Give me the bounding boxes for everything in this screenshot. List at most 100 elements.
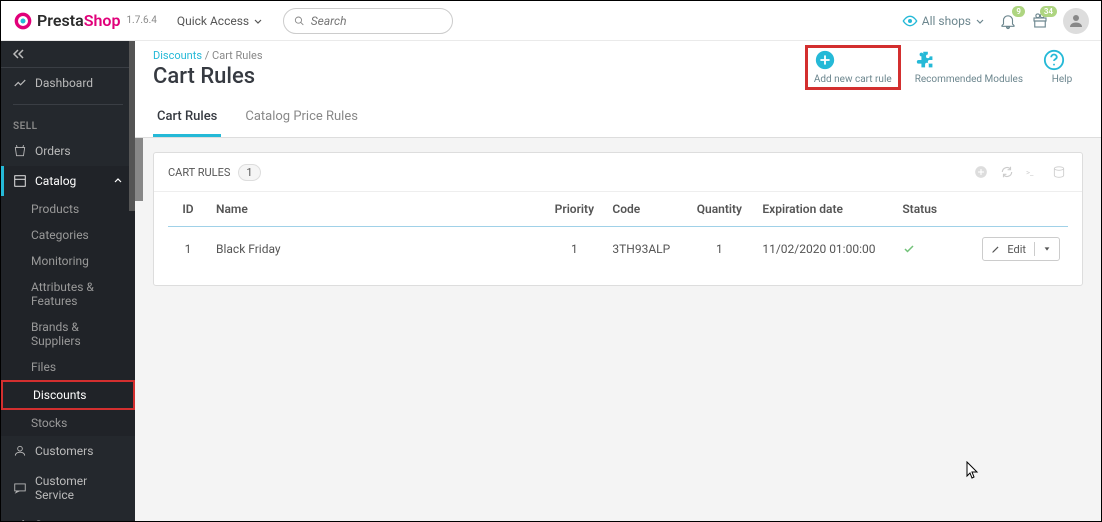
sidebar-section-sell: SELL xyxy=(1,111,135,136)
sidebar-item-dashboard[interactable]: Dashboard xyxy=(1,68,135,98)
edit-label: Edit xyxy=(1007,243,1026,256)
subnav-monitoring[interactable]: Monitoring xyxy=(1,248,135,274)
customers-icon xyxy=(13,444,27,458)
notifications-icon[interactable]: 9 xyxy=(999,12,1017,30)
breadcrumb-current: Cart Rules xyxy=(212,49,263,62)
table-wrap: ID Name Priority Code Quantity Expiratio… xyxy=(154,192,1082,285)
help-button[interactable]: Help xyxy=(1037,45,1087,90)
version-label: 1.7.6.4 xyxy=(126,15,156,26)
chevron-left-icon xyxy=(11,49,27,59)
stats-icon xyxy=(13,518,27,521)
recommended-modules-button[interactable]: Recommended Modules xyxy=(909,45,1029,90)
subnav-attributes[interactable]: Attributes & Features xyxy=(1,274,135,314)
panel-add-icon[interactable] xyxy=(972,163,990,181)
tab-catalog-price-rules[interactable]: Catalog Price Rules xyxy=(241,99,362,137)
cell-code: 3TH93ALP xyxy=(604,227,684,272)
catalog-subnav: Products Categories Monitoring Attribute… xyxy=(1,196,135,436)
cart-rules-panel: CART RULES 1 >_ ID Name Priority xyxy=(153,152,1083,286)
recommended-modules-label: Recommended Modules xyxy=(915,74,1023,85)
brand-icon xyxy=(13,11,33,31)
cart-rules-table: ID Name Priority Code Quantity Expiratio… xyxy=(168,192,1068,271)
cell-status xyxy=(894,227,974,272)
sidebar-item-stats[interactable]: Stats xyxy=(1,510,135,521)
subnav-categories[interactable]: Categories xyxy=(1,222,135,248)
page-actions: Add new cart rule Recommended Modules He… xyxy=(805,45,1087,90)
cell-name: Black Friday xyxy=(208,227,544,272)
col-id[interactable]: ID xyxy=(168,192,208,227)
subnav-products[interactable]: Products xyxy=(1,196,135,222)
table-row[interactable]: 1 Black Friday 1 3TH93ALP 1 11/02/2020 0… xyxy=(168,227,1068,272)
breadcrumb-separator: / xyxy=(205,49,212,62)
help-icon xyxy=(1043,49,1081,71)
main-content: Discounts / Cart Rules Cart Rules Add ne… xyxy=(135,41,1101,521)
panel-title: CART RULES xyxy=(168,166,230,179)
brand-text-shop: Shop xyxy=(84,11,121,30)
col-code[interactable]: Code xyxy=(604,192,684,227)
puzzle-icon xyxy=(915,49,1023,71)
subnav-brands[interactable]: Brands & Suppliers xyxy=(1,314,135,354)
panel-refresh-icon[interactable] xyxy=(998,163,1016,181)
shop-selector[interactable]: All shops xyxy=(902,13,985,29)
add-cart-rule-label: Add new cart rule xyxy=(814,74,892,85)
sidebar-label-stats: Stats xyxy=(35,518,63,521)
col-priority[interactable]: Priority xyxy=(544,192,604,227)
col-quantity[interactable]: Quantity xyxy=(684,192,754,227)
gift-badge: 34 xyxy=(1040,6,1057,17)
check-icon xyxy=(902,243,916,255)
gift-icon[interactable]: 34 xyxy=(1031,12,1049,30)
panel-export-icon[interactable] xyxy=(1050,163,1068,181)
search-box[interactable] xyxy=(283,8,453,34)
catalog-icon xyxy=(13,174,27,188)
panel-header: CART RULES 1 >_ xyxy=(154,153,1082,192)
edit-divider xyxy=(1034,242,1035,256)
col-name[interactable]: Name xyxy=(208,192,544,227)
sidebar-collapse-button[interactable] xyxy=(1,41,135,68)
header-right: All shops 9 34 xyxy=(902,8,1089,34)
cell-priority: 1 xyxy=(544,227,604,272)
sidebar: Dashboard SELL Orders Catalog Products C… xyxy=(1,41,135,521)
eye-icon xyxy=(902,13,918,29)
col-expiration[interactable]: Expiration date xyxy=(754,192,894,227)
table-header-row: ID Name Priority Code Quantity Expiratio… xyxy=(168,192,1068,227)
panel-tools: >_ xyxy=(972,163,1068,181)
col-status[interactable]: Status xyxy=(894,192,974,227)
sidebar-item-orders[interactable]: Orders xyxy=(1,136,135,166)
caret-down-icon xyxy=(1043,245,1051,253)
add-cart-rule-button[interactable]: Add new cart rule xyxy=(805,45,901,90)
content-body: CART RULES 1 >_ ID Name Priority xyxy=(135,138,1101,300)
user-avatar[interactable] xyxy=(1063,8,1089,34)
sidebar-label-dashboard: Dashboard xyxy=(35,76,93,90)
subnav-discounts[interactable]: Discounts xyxy=(1,380,135,410)
panel-count: 1 xyxy=(238,164,260,181)
help-label: Help xyxy=(1043,74,1081,85)
breadcrumb-parent[interactable]: Discounts xyxy=(153,49,202,62)
dashboard-icon xyxy=(13,76,27,90)
brand-text-presta: Presta xyxy=(37,11,84,30)
subnav-files[interactable]: Files xyxy=(1,354,135,380)
sidebar-item-customers[interactable]: Customers xyxy=(1,436,135,466)
top-header: PrestaShop 1.7.6.4 Quick Access All shop… xyxy=(1,1,1101,41)
cell-quantity: 1 xyxy=(684,227,754,272)
sidebar-item-customer-service[interactable]: Customer Service xyxy=(1,466,135,510)
shop-selector-label: All shops xyxy=(922,14,971,28)
cell-expiration: 11/02/2020 01:00:00 xyxy=(754,227,894,272)
tabs: Cart Rules Catalog Price Rules xyxy=(153,99,1083,137)
subnav-stocks[interactable]: Stocks xyxy=(1,410,135,436)
customer-service-icon xyxy=(13,481,27,495)
nav-divider xyxy=(13,104,123,105)
col-actions xyxy=(974,192,1068,227)
panel-sql-icon[interactable]: >_ xyxy=(1024,163,1042,181)
sidebar-label-customer-service: Customer Service xyxy=(35,474,123,502)
page-header: Discounts / Cart Rules Cart Rules Add ne… xyxy=(135,41,1101,138)
cell-actions: Edit xyxy=(974,227,1068,272)
chevron-up-icon xyxy=(113,176,123,186)
pencil-icon xyxy=(991,244,1001,254)
brand-logo[interactable]: PrestaShop xyxy=(13,11,120,31)
sidebar-label-orders: Orders xyxy=(35,144,71,158)
sidebar-label-customers: Customers xyxy=(35,444,93,458)
tab-cart-rules[interactable]: Cart Rules xyxy=(153,99,221,137)
quick-access-dropdown[interactable]: Quick Access xyxy=(177,14,263,28)
sidebar-item-catalog[interactable]: Catalog xyxy=(1,166,135,196)
edit-button[interactable]: Edit xyxy=(982,237,1060,261)
search-input[interactable] xyxy=(311,14,442,28)
